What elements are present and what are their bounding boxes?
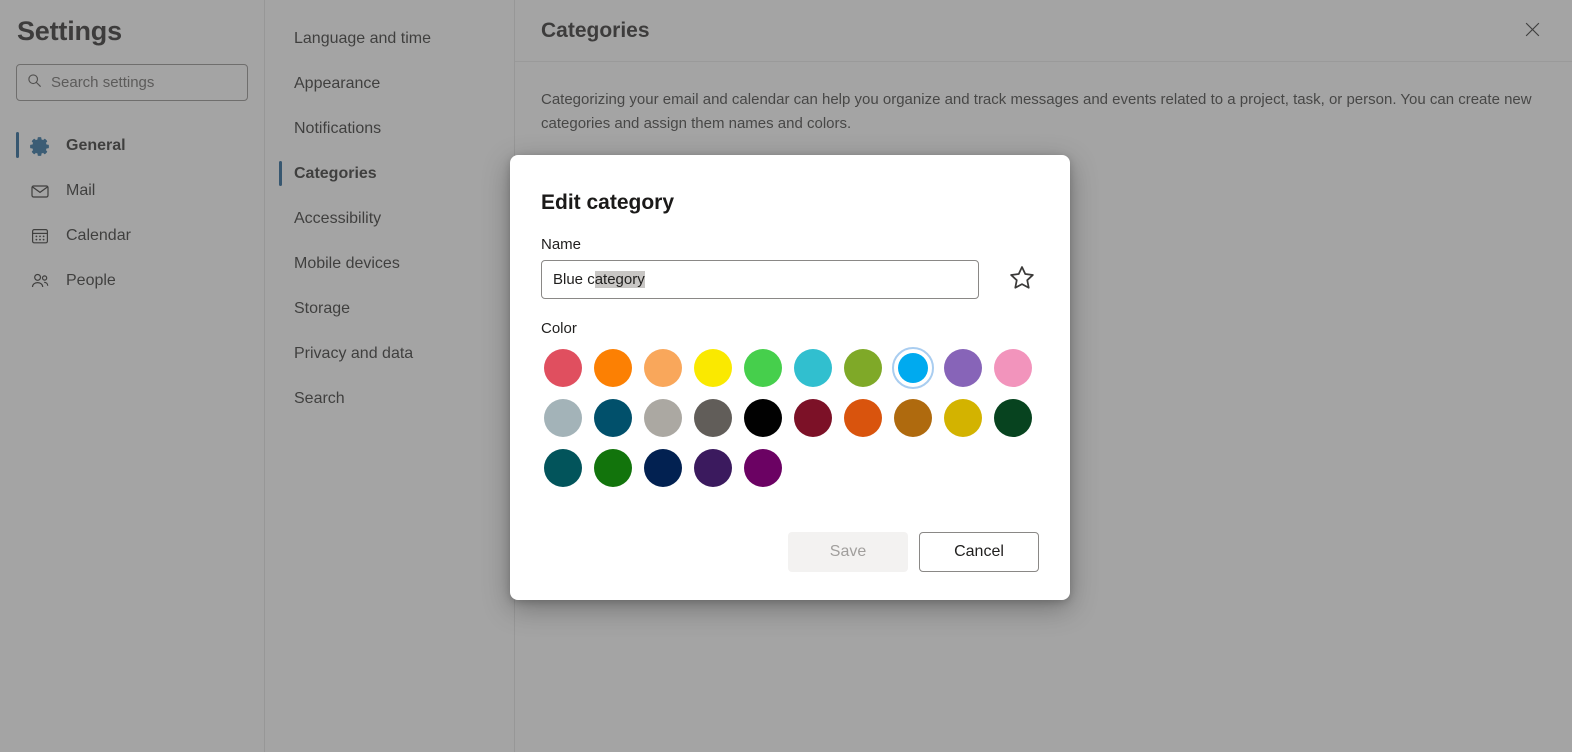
edit-category-dialog: Edit category Name Blue category Color (510, 155, 1070, 600)
star-outline-icon (1007, 263, 1037, 296)
swatch-dot (844, 349, 882, 387)
color-swatch-green[interactable] (741, 346, 785, 390)
settings-window: Settings (0, 0, 1572, 752)
swatch-dot (694, 449, 732, 487)
color-swatch-brown[interactable] (891, 396, 935, 440)
swatch-dot (544, 349, 582, 387)
swatch-dot (594, 449, 632, 487)
color-swatch-dark-yellow[interactable] (941, 396, 985, 440)
swatch-dot (694, 399, 732, 437)
color-swatch-dark-green[interactable] (991, 396, 1035, 440)
color-swatch-navy[interactable] (641, 446, 685, 490)
swatch-dot (994, 349, 1032, 387)
color-swatch-grid (541, 346, 1040, 490)
swatch-dot (644, 399, 682, 437)
swatch-dot (644, 449, 682, 487)
swatch-dot (594, 399, 632, 437)
color-swatch-dark-orange[interactable] (841, 396, 885, 440)
color-swatch-yellow[interactable] (691, 346, 735, 390)
color-swatch-teal[interactable] (791, 346, 835, 390)
swatch-dot (744, 349, 782, 387)
color-swatch-dark-magenta[interactable] (741, 446, 785, 490)
category-name-input[interactable]: Blue category (541, 260, 979, 299)
swatch-dot (944, 399, 982, 437)
color-swatch-dark-gray[interactable] (691, 396, 735, 440)
color-swatch-blue[interactable] (891, 346, 935, 390)
color-swatch-light-gray[interactable] (641, 396, 685, 440)
dialog-actions: Save Cancel (788, 532, 1039, 572)
name-text-unselected: Blue c (553, 271, 595, 288)
swatch-dot (544, 449, 582, 487)
swatch-dot (544, 399, 582, 437)
color-swatch-black[interactable] (741, 396, 785, 440)
name-row: Blue category (541, 260, 1040, 299)
color-field-label: Color (541, 320, 1040, 337)
color-swatch-row (541, 346, 1040, 390)
color-swatch-row (541, 396, 1040, 440)
swatch-dot (794, 349, 832, 387)
name-text-selected: ategory (595, 271, 645, 288)
swatch-dot (744, 449, 782, 487)
cancel-button[interactable]: Cancel (919, 532, 1039, 572)
swatch-dot (694, 349, 732, 387)
save-button[interactable]: Save (788, 532, 908, 572)
swatch-dot (644, 349, 682, 387)
swatch-dot (944, 349, 982, 387)
color-swatch-dark-teal[interactable] (591, 396, 635, 440)
swatch-dot (844, 399, 882, 437)
dialog-title: Edit category (541, 189, 1040, 217)
color-swatch-deep-teal[interactable] (541, 446, 585, 490)
swatch-dot (794, 399, 832, 437)
color-swatch-steel[interactable] (541, 396, 585, 440)
color-swatch-dark-purple[interactable] (691, 446, 735, 490)
name-field-label: Name (541, 236, 1040, 253)
swatch-dot (744, 399, 782, 437)
swatch-dot (994, 399, 1032, 437)
color-swatch-olive[interactable] (841, 346, 885, 390)
swatch-dot (594, 349, 632, 387)
color-swatch-red[interactable] (541, 346, 585, 390)
color-swatch-orange[interactable] (591, 346, 635, 390)
swatch-dot (894, 399, 932, 437)
color-swatch-row (541, 446, 1040, 490)
color-swatch-pink[interactable] (991, 346, 1035, 390)
color-swatch-maroon[interactable] (791, 396, 835, 440)
color-swatch-peach[interactable] (641, 346, 685, 390)
color-swatch-purple[interactable] (941, 346, 985, 390)
color-swatch-forest[interactable] (591, 446, 635, 490)
favorite-toggle-button[interactable] (1005, 262, 1040, 298)
swatch-dot (898, 353, 928, 383)
